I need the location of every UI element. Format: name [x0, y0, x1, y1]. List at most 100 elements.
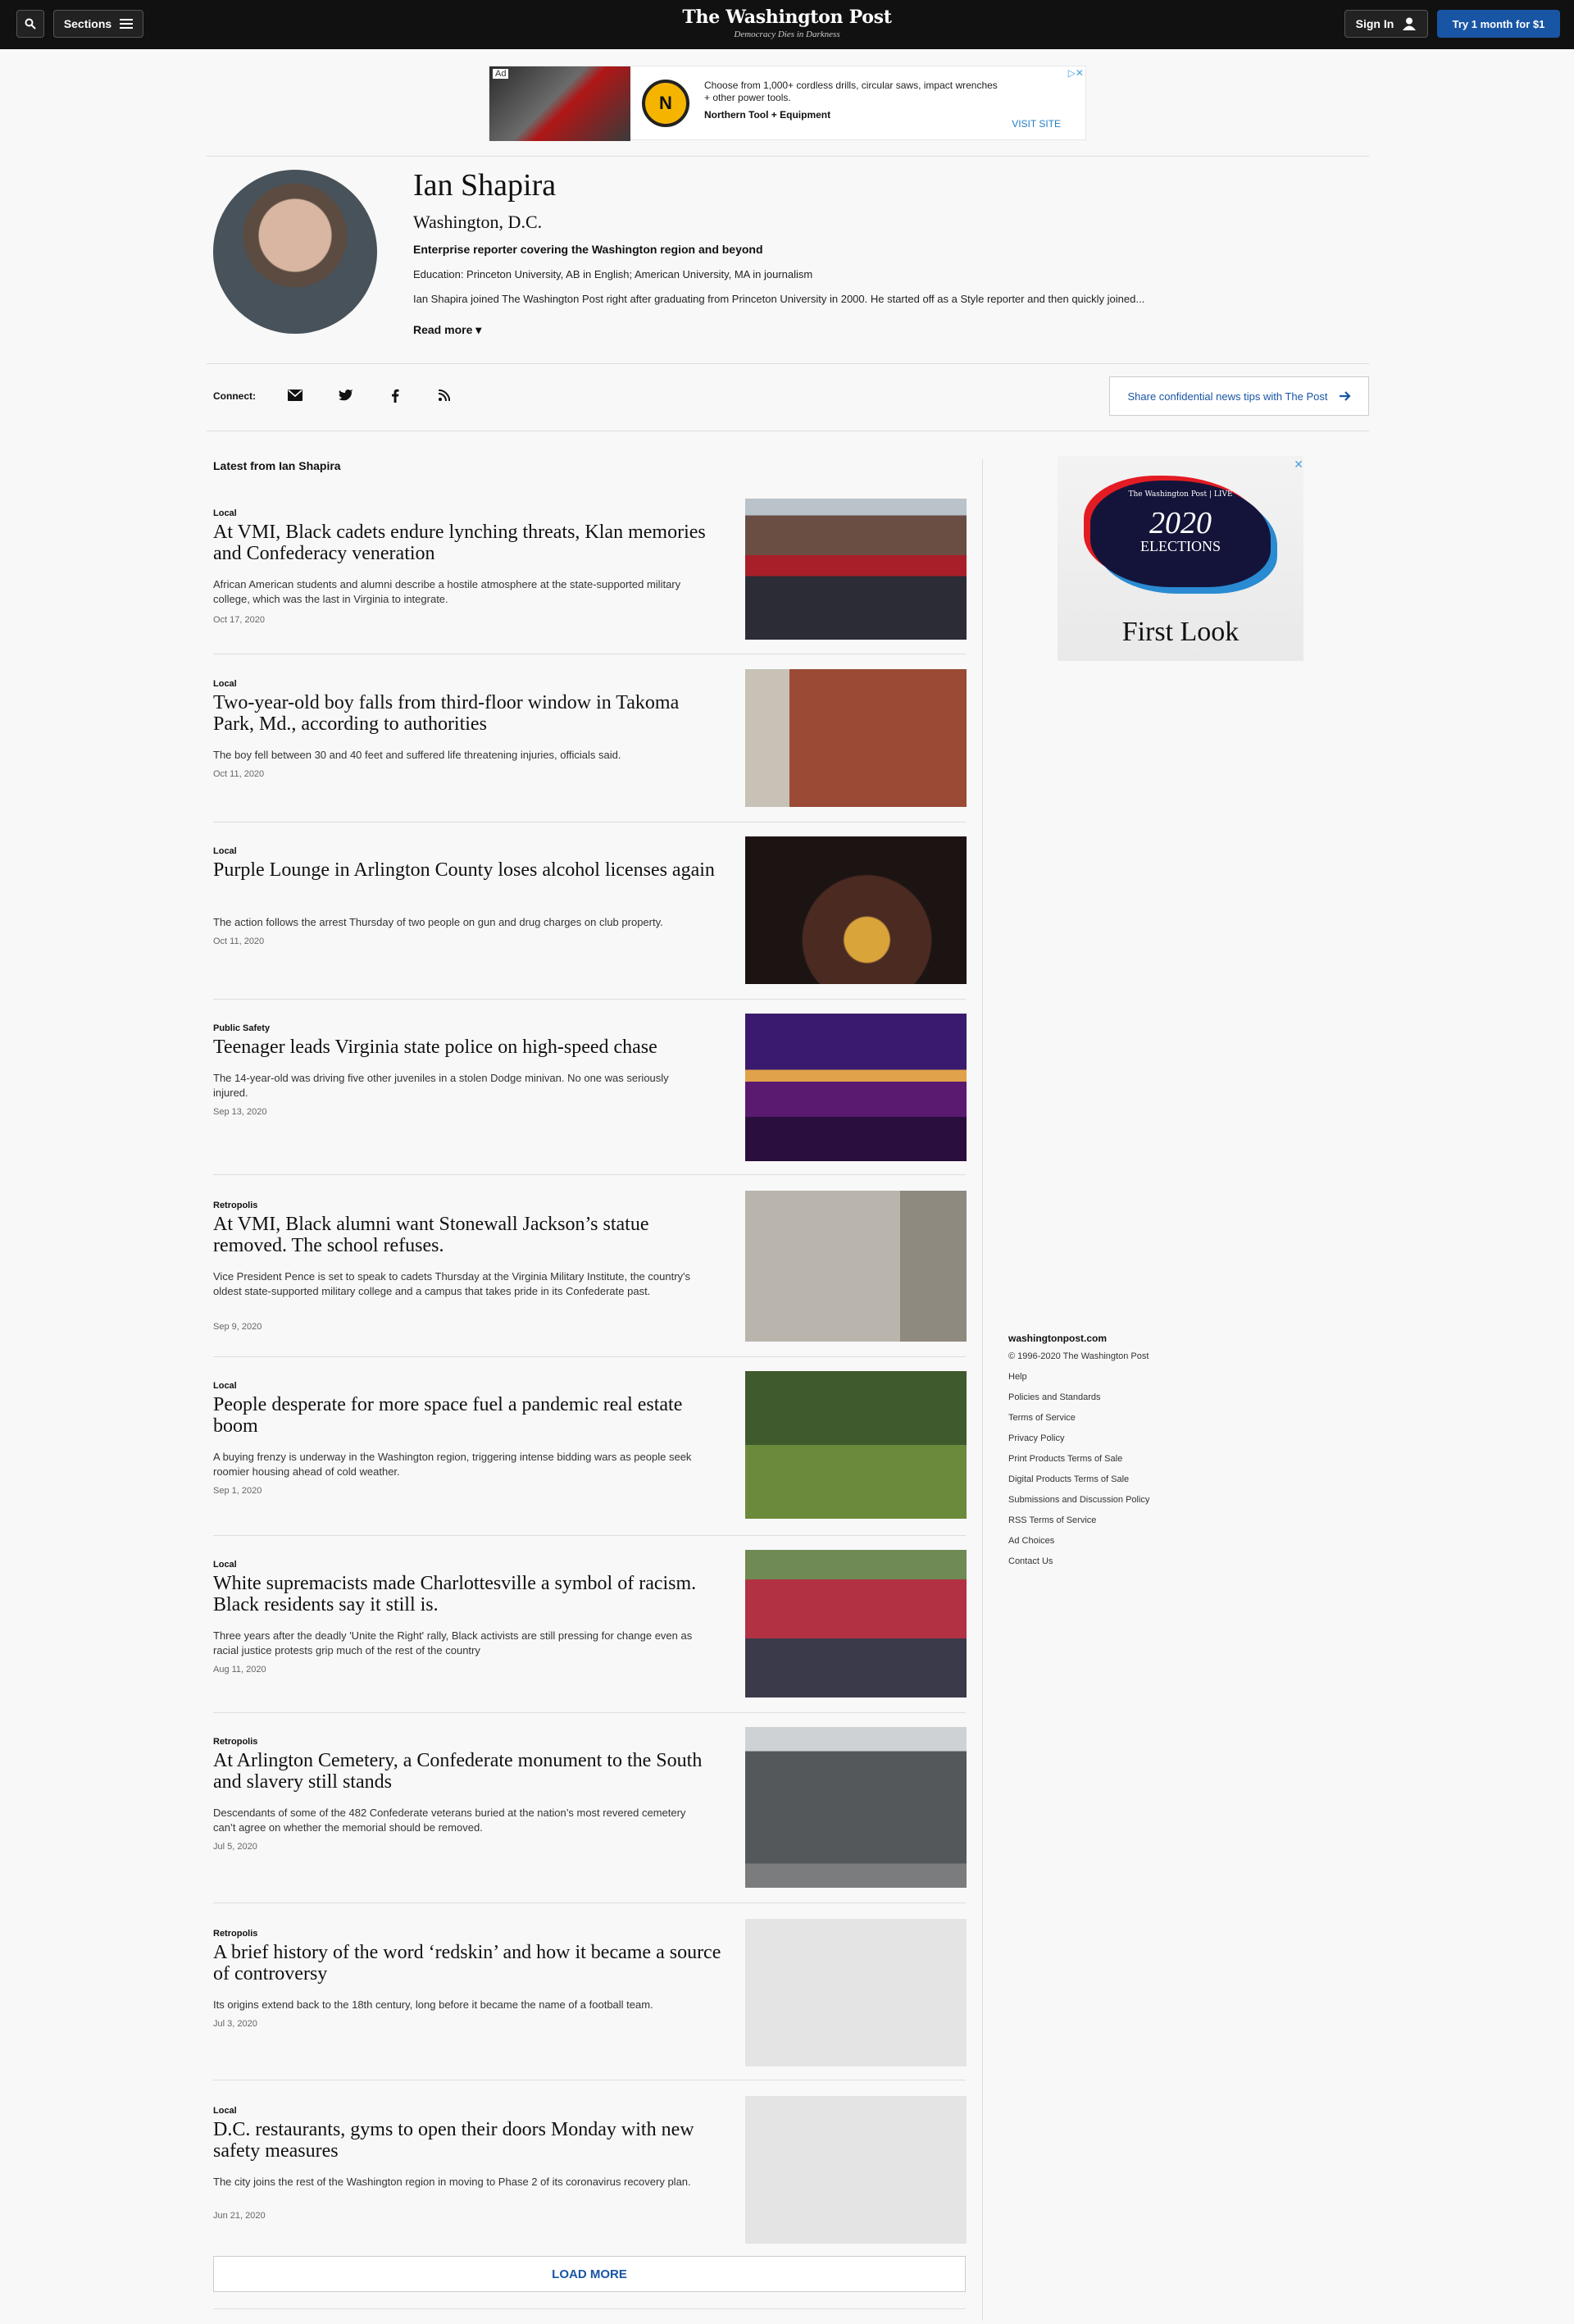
column-divider	[982, 459, 983, 2321]
article-kicker[interactable]: Local	[213, 1560, 237, 1570]
sidebar-advertisement[interactable]: The Washington Post | LIVE 2020 ELECTION…	[1058, 456, 1303, 661]
article-headline[interactable]: A brief history of the word ‘redskin’ an…	[213, 1942, 721, 1985]
article-kicker[interactable]: Public Safety	[213, 1023, 270, 1033]
ad-masthead: The Washington Post | LIVE	[1128, 490, 1233, 499]
footer-link[interactable]: Terms of Service	[1008, 1413, 1149, 1433]
article-summary: African American students and alumni des…	[213, 578, 681, 605]
ad-first-look: First Look	[1121, 617, 1240, 647]
site-logo[interactable]: The Washington Post Democracy Dies in Da…	[623, 7, 951, 39]
footer-link[interactable]: Contact Us	[1008, 1556, 1149, 1577]
article-image[interactable]	[745, 1371, 967, 1519]
sections-label: Sections	[63, 17, 112, 30]
article-image[interactable]	[745, 1191, 967, 1342]
top-advertisement[interactable]: Ad N Choose from 1,000+ cordless drills,…	[489, 66, 1086, 141]
ad-year: 2020	[1149, 506, 1212, 540]
search-button[interactable]	[16, 10, 44, 38]
author-role: Enterprise reporter covering the Washing…	[413, 243, 763, 256]
article-headline[interactable]: D.C. restaurants, gyms to open their doo…	[213, 2119, 721, 2162]
article-image[interactable]	[745, 1727, 967, 1888]
news-tips-label: Share confidential news tips with The Po…	[1127, 390, 1328, 403]
article-image[interactable]	[745, 1550, 967, 1697]
footer-link[interactable]: Submissions and Discussion Policy	[1008, 1495, 1149, 1515]
article-image[interactable]	[745, 1014, 967, 1161]
article-date: Jul 3, 2020	[213, 2019, 257, 2029]
article-date: Oct 17, 2020	[213, 615, 265, 625]
facebook-icon[interactable]	[385, 385, 405, 405]
menu-icon	[120, 19, 134, 29]
article-summary: Vice President Pence is set to speak to …	[213, 1270, 691, 1297]
read-more-button[interactable]: Read more ▾	[413, 323, 481, 337]
author-education: Education: Princeton University, AB in E…	[413, 268, 813, 280]
divider	[213, 2308, 966, 2309]
footer-link[interactable]: Help	[1008, 1372, 1149, 1392]
footer-link[interactable]: RSS Terms of Service	[1008, 1515, 1149, 1536]
article-headline[interactable]: At Arlington Cemetery, a Confederate mon…	[213, 1750, 721, 1793]
article-headline[interactable]: At VMI, Black alumni want Stonewall Jack…	[213, 1214, 721, 1256]
read-more-label: Read more	[413, 323, 473, 336]
article-date: Oct 11, 2020	[213, 936, 265, 946]
ad-close-icon[interactable]: ✕	[1294, 458, 1303, 472]
article-date: Jun 21, 2020	[213, 2211, 266, 2221]
article-headline[interactable]: People desperate for more space fuel a p…	[213, 1394, 721, 1437]
footer-link[interactable]: Ad Choices	[1008, 1536, 1149, 1556]
article-summary: The boy fell between 30 and 40 feet and …	[213, 749, 621, 761]
article-separator	[213, 999, 966, 1000]
ad-close-icon[interactable]: ▷✕	[1068, 67, 1084, 79]
article-headline[interactable]: White supremacists made Charlottesville …	[213, 1573, 721, 1615]
ad-elections: ELECTIONS	[1140, 538, 1221, 554]
article-kicker[interactable]: Local	[213, 508, 237, 518]
article-image[interactable]	[745, 2096, 967, 2244]
logo-tagline: Democracy Dies in Darkness	[734, 30, 840, 39]
caret-down-icon: ▾	[475, 323, 482, 336]
article-image[interactable]	[745, 1919, 967, 2067]
divider	[207, 363, 1369, 364]
article-separator	[213, 822, 966, 823]
article-headline[interactable]: At VMI, Black cadets endure lynching thr…	[213, 522, 721, 564]
article-headline[interactable]: Teenager leads Virginia state police on …	[213, 1037, 721, 1058]
article-date: Sep 13, 2020	[213, 1107, 267, 1117]
rss-icon[interactable]	[434, 385, 454, 405]
article-kicker[interactable]: Retropolis	[213, 1929, 257, 1939]
article-headline[interactable]: Two-year-old boy falls from third-floor …	[213, 692, 721, 735]
footer-link[interactable]: Digital Products Terms of Sale	[1008, 1474, 1149, 1495]
footer-link[interactable]: Print Products Terms of Sale	[1008, 1454, 1149, 1474]
arrow-right-icon	[1339, 391, 1351, 401]
sidebar-footer: washingtonpost.com © 1996-2020 The Washi…	[1008, 1333, 1149, 1577]
article-kicker[interactable]: Retropolis	[213, 1737, 257, 1747]
article-date: Jul 5, 2020	[213, 1842, 257, 1852]
author-location: Washington, D.C.	[413, 212, 543, 232]
email-icon[interactable]	[285, 385, 305, 405]
article-summary: A buying frenzy is underway in the Washi…	[213, 1451, 692, 1478]
news-tips-button[interactable]: Share confidential news tips with The Po…	[1109, 376, 1369, 416]
article-summary: The city joins the rest of the Washingto…	[213, 2176, 691, 2188]
ad-image	[489, 66, 630, 141]
article-summary: Its origins extend back to the 18th cent…	[213, 1998, 653, 2011]
article-summary: The action follows the arrest Thursday o…	[213, 916, 663, 928]
article-date: Aug 11, 2020	[213, 1665, 266, 1675]
footer-link[interactable]: Privacy Policy	[1008, 1433, 1149, 1454]
article-kicker[interactable]: Local	[213, 679, 237, 689]
author-name: Ian Shapira	[413, 168, 557, 203]
divider	[207, 156, 1369, 157]
author-bio: Ian Shapira joined The Washington Post r…	[413, 293, 1145, 305]
article-kicker[interactable]: Local	[213, 2106, 237, 2116]
load-more-button[interactable]: LOAD MORE	[213, 2256, 966, 2292]
article-date: Sep 9, 2020	[213, 1322, 262, 1332]
sections-button[interactable]: Sections	[53, 10, 143, 38]
article-separator	[213, 1712, 966, 1713]
article-summary: Three years after the deadly 'Unite the …	[213, 1629, 693, 1656]
article-image[interactable]	[745, 499, 967, 640]
twitter-icon[interactable]	[336, 385, 356, 405]
sign-in-button[interactable]: Sign In	[1344, 10, 1428, 38]
article-image[interactable]	[745, 669, 967, 807]
article-kicker[interactable]: Retropolis	[213, 1201, 257, 1210]
article-separator	[213, 1174, 966, 1175]
article-kicker[interactable]: Local	[213, 1381, 237, 1391]
connect-label: Connect:	[213, 390, 256, 402]
footer-link[interactable]: Policies and Standards	[1008, 1392, 1149, 1413]
article-image[interactable]	[745, 836, 967, 984]
article-kicker[interactable]: Local	[213, 846, 237, 856]
subscribe-button[interactable]: Try 1 month for $1	[1437, 10, 1560, 38]
ad-visit-link[interactable]: VISIT SITE	[1012, 118, 1061, 130]
article-headline[interactable]: Purple Lounge in Arlington County loses …	[213, 859, 721, 881]
